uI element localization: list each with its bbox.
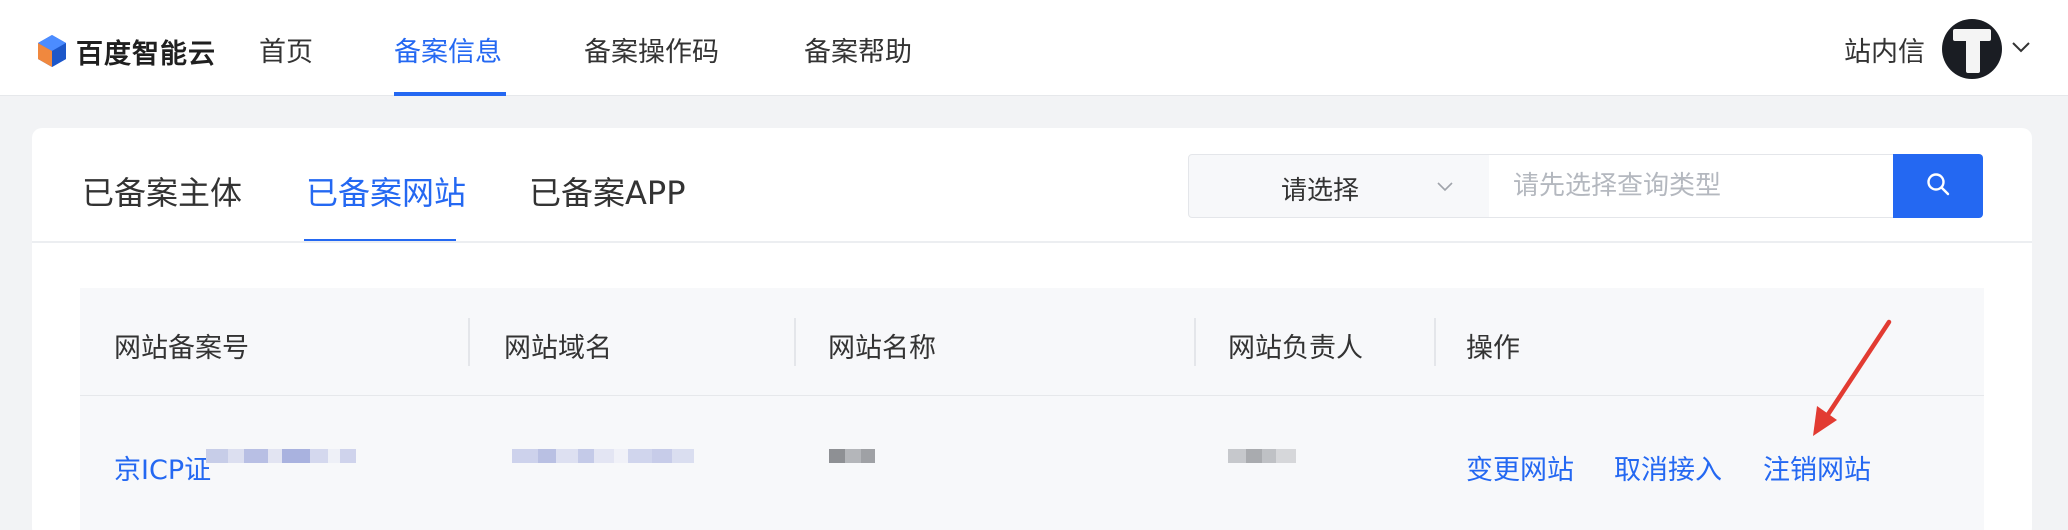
websites-table: 网站备案号 网站域名 网站名称 网站负责人 操作 <box>80 288 1984 530</box>
column-header-site-name: 网站名称 <box>828 333 936 364</box>
nav-record-info[interactable]: 备案信息 <box>394 30 502 69</box>
column-header-owner: 网站负责人 <box>1228 333 1363 364</box>
query-type-select[interactable]: 请选择 <box>1188 154 1490 218</box>
deregister-website-link[interactable]: 注销网站 <box>1763 448 1871 487</box>
tabs-divider <box>32 241 2032 243</box>
tab-registered-app[interactable]: 已备案APP <box>529 168 686 214</box>
brand-name: 百度智能云 <box>76 38 216 70</box>
nav-record-help[interactable]: 备案帮助 <box>804 30 912 69</box>
top-navigation-bar: 百度智能云 首页 备案信息 备案操作码 备案帮助 站内信 <box>0 0 2068 96</box>
column-separator <box>1434 318 1436 366</box>
tab-registered-entity[interactable]: 已备案主体 <box>82 168 242 214</box>
brand-logo[interactable]: 百度智能云 <box>34 33 216 70</box>
owner-redacted <box>1228 449 1296 463</box>
site-name-redacted <box>829 449 875 463</box>
change-website-link[interactable]: 变更网站 <box>1466 448 1574 487</box>
column-header-actions: 操作 <box>1466 333 1520 364</box>
column-header-domain: 网站域名 <box>504 333 612 364</box>
annotation-arrow-icon <box>1805 318 1905 438</box>
chevron-down-icon[interactable] <box>2010 36 2032 58</box>
column-separator <box>794 318 796 366</box>
records-card: 已备案主体 已备案网站 已备案APP 请选择 网站备案号 网站域名 网站名称 网… <box>32 128 2032 530</box>
search-button[interactable] <box>1893 154 1983 218</box>
record-number-link[interactable]: 京ICP证 <box>114 448 211 487</box>
cancel-access-link[interactable]: 取消接入 <box>1614 448 1722 487</box>
domain-redacted <box>512 449 694 463</box>
query-type-value: 请选择 <box>1281 176 1360 206</box>
column-separator <box>468 318 470 366</box>
nav-home[interactable]: 首页 <box>259 30 313 69</box>
brand-logo-icon <box>34 33 70 69</box>
search-icon <box>1925 171 1951 201</box>
search-input[interactable] <box>1489 154 1897 218</box>
nav-active-indicator <box>394 92 506 96</box>
column-separator <box>1194 318 1196 366</box>
tab-registered-website[interactable]: 已备案网站 <box>306 168 466 214</box>
nav-record-op-code[interactable]: 备案操作码 <box>584 30 719 69</box>
table-header: 网站备案号 网站域名 网站名称 网站负责人 操作 <box>80 288 1984 396</box>
user-avatar[interactable] <box>1942 19 2002 79</box>
column-header-record-number: 网站备案号 <box>114 333 249 364</box>
site-messages-link[interactable]: 站内信 <box>1844 30 1925 69</box>
record-number-redacted <box>206 449 356 463</box>
chevron-down-icon <box>1435 177 1455 197</box>
avatar-glyph-stem <box>1966 29 1980 73</box>
